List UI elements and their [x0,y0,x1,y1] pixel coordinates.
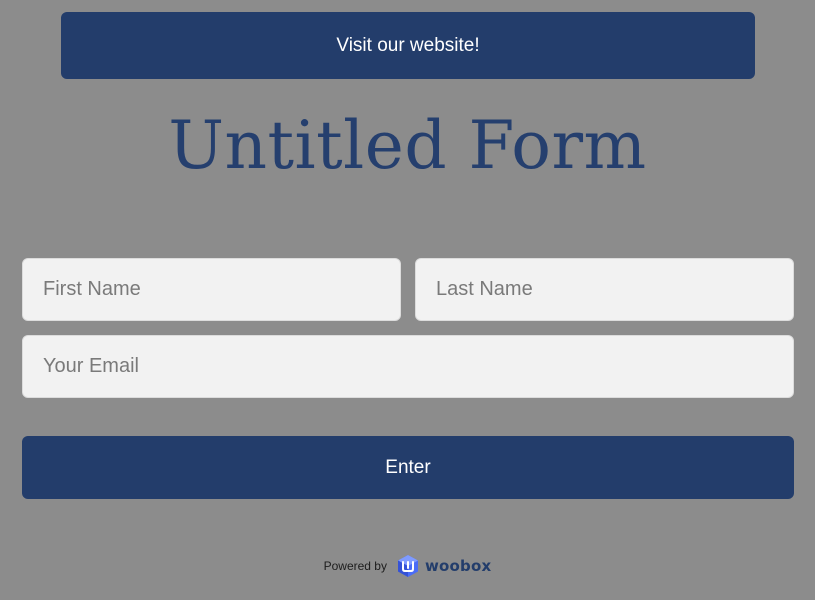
form-title: Untitled Form [168,107,647,184]
first-name-field[interactable] [22,258,401,321]
enter-button-label: Enter [385,456,431,478]
last-name-field[interactable] [415,258,794,321]
visit-website-label: Visit our website! [336,34,480,56]
enter-button[interactable]: Enter [22,436,794,499]
woobox-wordmark: woobox [424,557,492,575]
powered-by-footer: Powered by woobox [0,550,815,582]
visit-website-button[interactable]: Visit our website! [61,12,755,79]
email-field[interactable] [22,335,794,398]
woobox-logo-icon [397,554,419,578]
powered-by-label: Powered by [323,559,387,573]
woobox-logo-link[interactable]: woobox [397,554,491,578]
